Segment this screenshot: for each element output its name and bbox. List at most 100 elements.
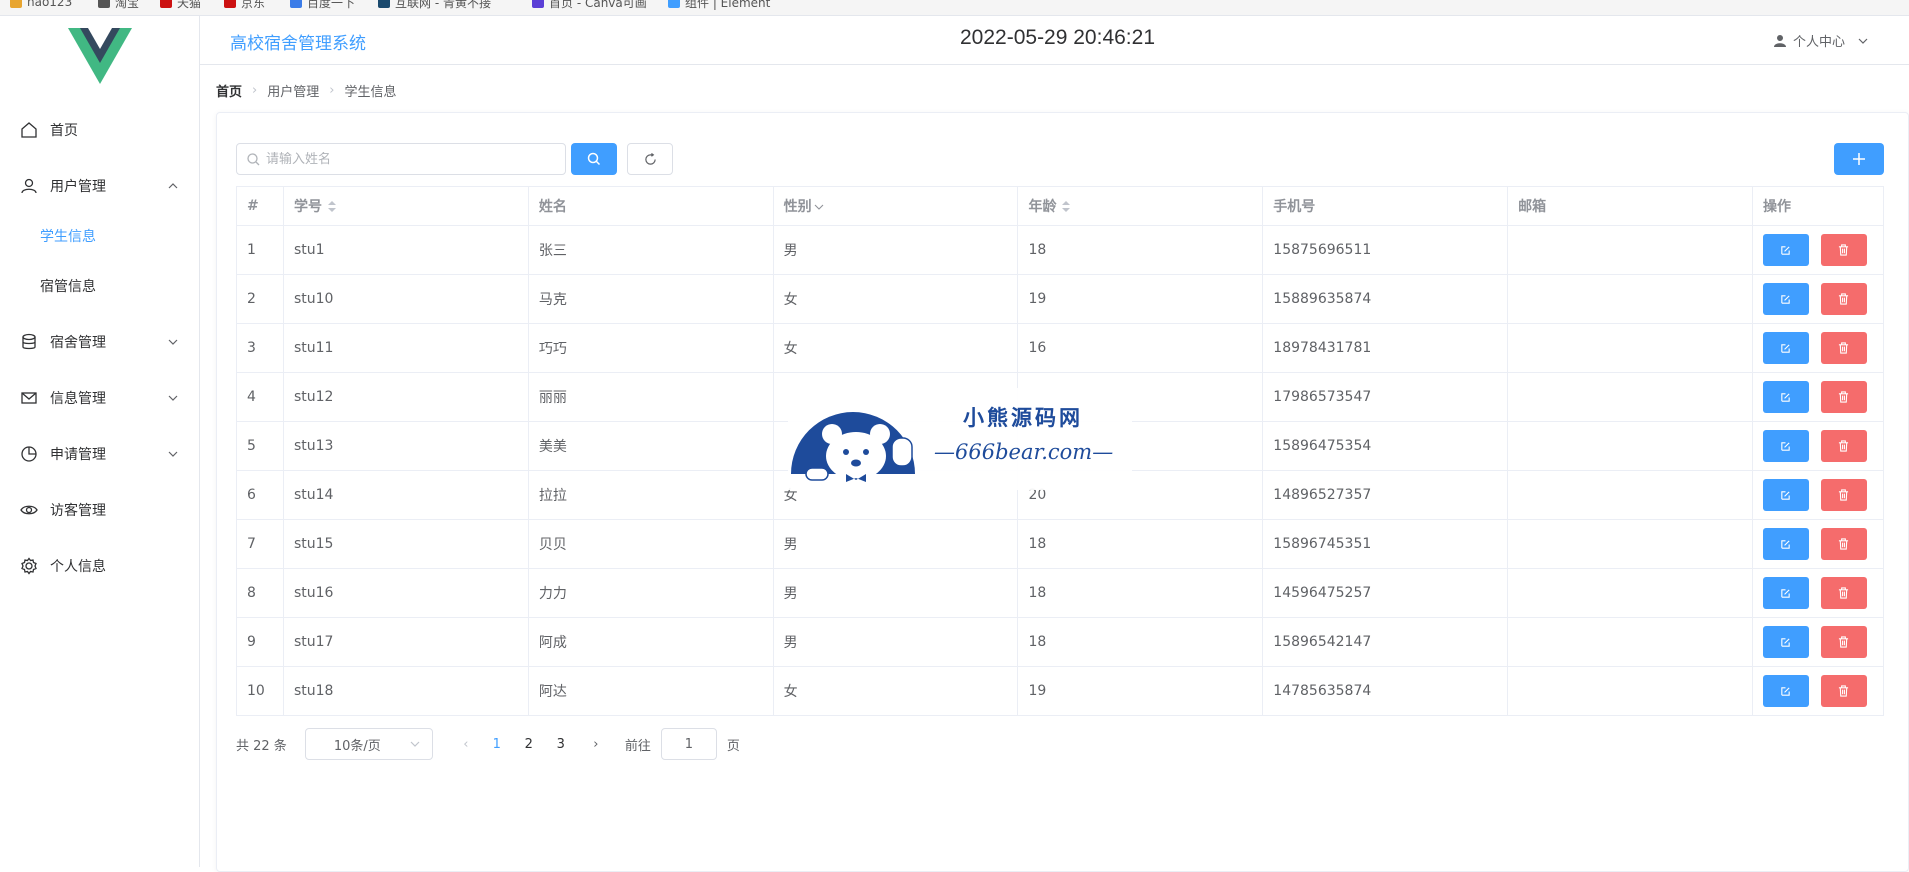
page-number-3[interactable]: 3 bbox=[545, 737, 577, 752]
cell-student-id: stu17 bbox=[282, 617, 529, 667]
page-size-select[interactable]: 10条/页 bbox=[304, 728, 433, 760]
sidebar-item-home[interactable]: 首页 bbox=[0, 102, 199, 158]
sidebar-item-dorm-management[interactable]: 宿舍管理 bbox=[0, 314, 199, 370]
bookmark-item[interactable]: 天猫 bbox=[160, 0, 201, 10]
sidebar-item-application-management[interactable]: 申请管理 bbox=[0, 426, 199, 482]
sidebar-item-label: 个人信息 bbox=[50, 559, 106, 575]
breadcrumb-separator-icon: › bbox=[329, 83, 335, 98]
edit-button[interactable] bbox=[1762, 234, 1809, 266]
search-button[interactable] bbox=[571, 143, 617, 175]
sidebar-item-personal-info[interactable]: 个人信息 bbox=[0, 538, 199, 594]
edit-icon bbox=[1781, 490, 1791, 500]
edit-button[interactable] bbox=[1762, 675, 1809, 707]
breadcrumb-user-management: 用户管理 bbox=[267, 85, 320, 100]
cell-phone: 15896745351 bbox=[1262, 519, 1509, 569]
reset-button[interactable] bbox=[627, 143, 673, 175]
sidebar-item-visitor-management[interactable]: 访客管理 bbox=[0, 482, 199, 538]
search-input[interactable] bbox=[266, 151, 556, 167]
page-size-value: 10条/页 bbox=[333, 738, 381, 754]
delete-button[interactable] bbox=[1820, 332, 1867, 364]
cell-index: 5 bbox=[236, 421, 284, 471]
cell-gender: 男 bbox=[772, 519, 1019, 569]
sidebar-subitem-dorm-manager-info[interactable]: 宿管信息 bbox=[0, 261, 199, 311]
sort-icon[interactable] bbox=[327, 201, 336, 213]
prev-page-button[interactable]: ‹ bbox=[451, 737, 481, 752]
breadcrumb-home[interactable]: 首页 bbox=[216, 81, 242, 100]
sort-icon[interactable] bbox=[1062, 201, 1071, 213]
bookmark-favicon-icon bbox=[378, 0, 390, 8]
edit-button[interactable] bbox=[1762, 626, 1809, 658]
filter-arrow-icon[interactable] bbox=[814, 202, 824, 212]
delete-button[interactable] bbox=[1820, 528, 1867, 560]
column-label: 手机号 bbox=[1273, 199, 1316, 215]
sidebar-subitem-student-info[interactable]: 学生信息 bbox=[0, 211, 199, 261]
cell-student-id: stu15 bbox=[282, 519, 529, 569]
edit-button[interactable] bbox=[1762, 577, 1809, 609]
bookmark-item[interactable]: 首页 - Canva可画 bbox=[532, 0, 647, 10]
cell-email bbox=[1507, 519, 1753, 569]
column-header-age[interactable]: 年龄 bbox=[1017, 186, 1264, 226]
cell-email bbox=[1507, 617, 1753, 667]
message-icon bbox=[20, 389, 38, 407]
column-header-index: # bbox=[236, 186, 284, 226]
sidebar-item-user-management[interactable]: 用户管理 bbox=[0, 158, 199, 214]
bookmark-item[interactable]: 淘宝 bbox=[98, 0, 139, 10]
next-page-button[interactable]: › bbox=[581, 737, 611, 752]
edit-icon bbox=[1781, 686, 1791, 696]
page-number-2[interactable]: 2 bbox=[513, 737, 545, 752]
cell-actions bbox=[1751, 323, 1885, 373]
cell-gender: 女 bbox=[772, 323, 1019, 373]
pagination: 共 22 条 10条/页 ‹ 1 2 3 › 前往 页 bbox=[236, 728, 740, 760]
edit-button[interactable] bbox=[1762, 528, 1809, 560]
column-label: # bbox=[247, 198, 259, 214]
user-center-dropdown[interactable]: 个人中心 bbox=[1773, 31, 1869, 50]
edit-button[interactable] bbox=[1762, 381, 1809, 413]
sidebar-item-info-management[interactable]: 信息管理 bbox=[0, 370, 199, 426]
bookmark-item[interactable]: 京东 bbox=[224, 0, 265, 10]
user-avatar-icon bbox=[1773, 34, 1786, 47]
bookmark-label: hao123 bbox=[27, 0, 73, 9]
edit-button[interactable] bbox=[1762, 283, 1809, 315]
delete-button[interactable] bbox=[1820, 381, 1867, 413]
edit-icon bbox=[1781, 392, 1791, 402]
edit-icon bbox=[1781, 343, 1791, 353]
add-button[interactable] bbox=[1834, 143, 1884, 175]
column-header-gender[interactable]: 性别 bbox=[772, 186, 1019, 226]
delete-icon bbox=[1839, 587, 1849, 599]
page-number-1[interactable]: 1 bbox=[481, 737, 513, 752]
edit-button[interactable] bbox=[1762, 430, 1809, 462]
table-row: 8 stu16 力力男 18 14596475257 bbox=[236, 568, 1885, 618]
cell-name: 阿达 bbox=[527, 666, 774, 716]
cell-age: 18 bbox=[1017, 617, 1264, 667]
bookmark-item[interactable]: 组件 | Element bbox=[668, 0, 770, 10]
cell-phone: 15875696511 bbox=[1262, 225, 1509, 275]
setting-icon bbox=[20, 557, 38, 575]
delete-button[interactable] bbox=[1820, 430, 1867, 462]
cell-age: 19 bbox=[1017, 274, 1264, 324]
bookmark-item[interactable]: hao123 bbox=[10, 0, 72, 10]
goto-page-input[interactable] bbox=[660, 728, 717, 760]
delete-button[interactable] bbox=[1820, 626, 1867, 658]
delete-button[interactable] bbox=[1820, 675, 1867, 707]
delete-button[interactable] bbox=[1820, 479, 1867, 511]
sidebar-item-label: 首页 bbox=[50, 123, 78, 139]
cell-student-id: stu16 bbox=[282, 568, 529, 618]
edit-button[interactable] bbox=[1762, 479, 1809, 511]
chevron-down-icon bbox=[168, 451, 178, 457]
cell-gender: 男 bbox=[772, 617, 1019, 667]
delete-button[interactable] bbox=[1820, 283, 1867, 315]
plus-icon bbox=[1853, 153, 1865, 165]
delete-button[interactable] bbox=[1820, 577, 1867, 609]
bookmark-favicon-icon bbox=[98, 0, 110, 8]
edit-button[interactable] bbox=[1762, 332, 1809, 364]
search-icon bbox=[587, 152, 601, 166]
column-header-student-id[interactable]: 学号 bbox=[282, 186, 529, 226]
delete-icon bbox=[1839, 342, 1849, 354]
column-label: 性别 bbox=[783, 199, 812, 215]
delete-button[interactable] bbox=[1820, 234, 1867, 266]
bookmark-item[interactable]: 百度一下 bbox=[290, 0, 355, 10]
cell-actions bbox=[1751, 421, 1885, 471]
bookmark-item[interactable]: 互联网 - 青黄不接 bbox=[378, 0, 491, 10]
chevron-down-icon bbox=[168, 395, 178, 401]
cell-phone: 18978431781 bbox=[1262, 323, 1509, 373]
